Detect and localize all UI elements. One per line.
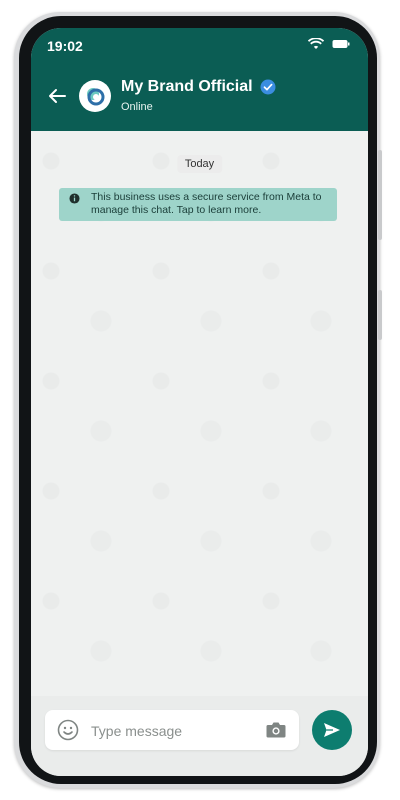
chat-area[interactable]: Today This business uses a secure servic… <box>31 131 368 696</box>
back-arrow-icon[interactable] <box>45 84 69 108</box>
camera-icon[interactable] <box>265 720 287 740</box>
phone-screen: 19:02 My Brand Official Online Today Thi… <box>31 28 368 776</box>
contact-title-row[interactable]: My Brand Official <box>121 78 276 96</box>
info-icon <box>69 193 80 204</box>
brand-logo-icon <box>87 88 105 106</box>
status-icons <box>308 38 350 50</box>
system-notice[interactable]: This business uses a secure service from… <box>59 188 337 221</box>
message-input[interactable] <box>89 720 253 742</box>
system-notice-text: This business uses a secure service from… <box>91 191 322 216</box>
send-icon <box>324 723 340 737</box>
send-button[interactable] <box>312 710 352 750</box>
date-chip: Today <box>176 155 223 173</box>
phone-side-button-lower <box>378 290 382 340</box>
verified-badge-icon <box>260 79 276 95</box>
presence-status: Online <box>121 101 153 113</box>
status-time: 19:02 <box>47 38 83 54</box>
avatar[interactable] <box>79 80 111 112</box>
chat-header: 19:02 My Brand Official Online <box>31 28 368 131</box>
battery-icon <box>332 40 350 48</box>
composer-bar <box>31 696 368 776</box>
emoji-icon[interactable] <box>57 719 79 741</box>
contact-name: My Brand Official <box>121 78 253 95</box>
wifi-icon <box>308 38 324 49</box>
phone-side-button-upper <box>378 150 382 240</box>
message-input-container <box>45 710 299 750</box>
